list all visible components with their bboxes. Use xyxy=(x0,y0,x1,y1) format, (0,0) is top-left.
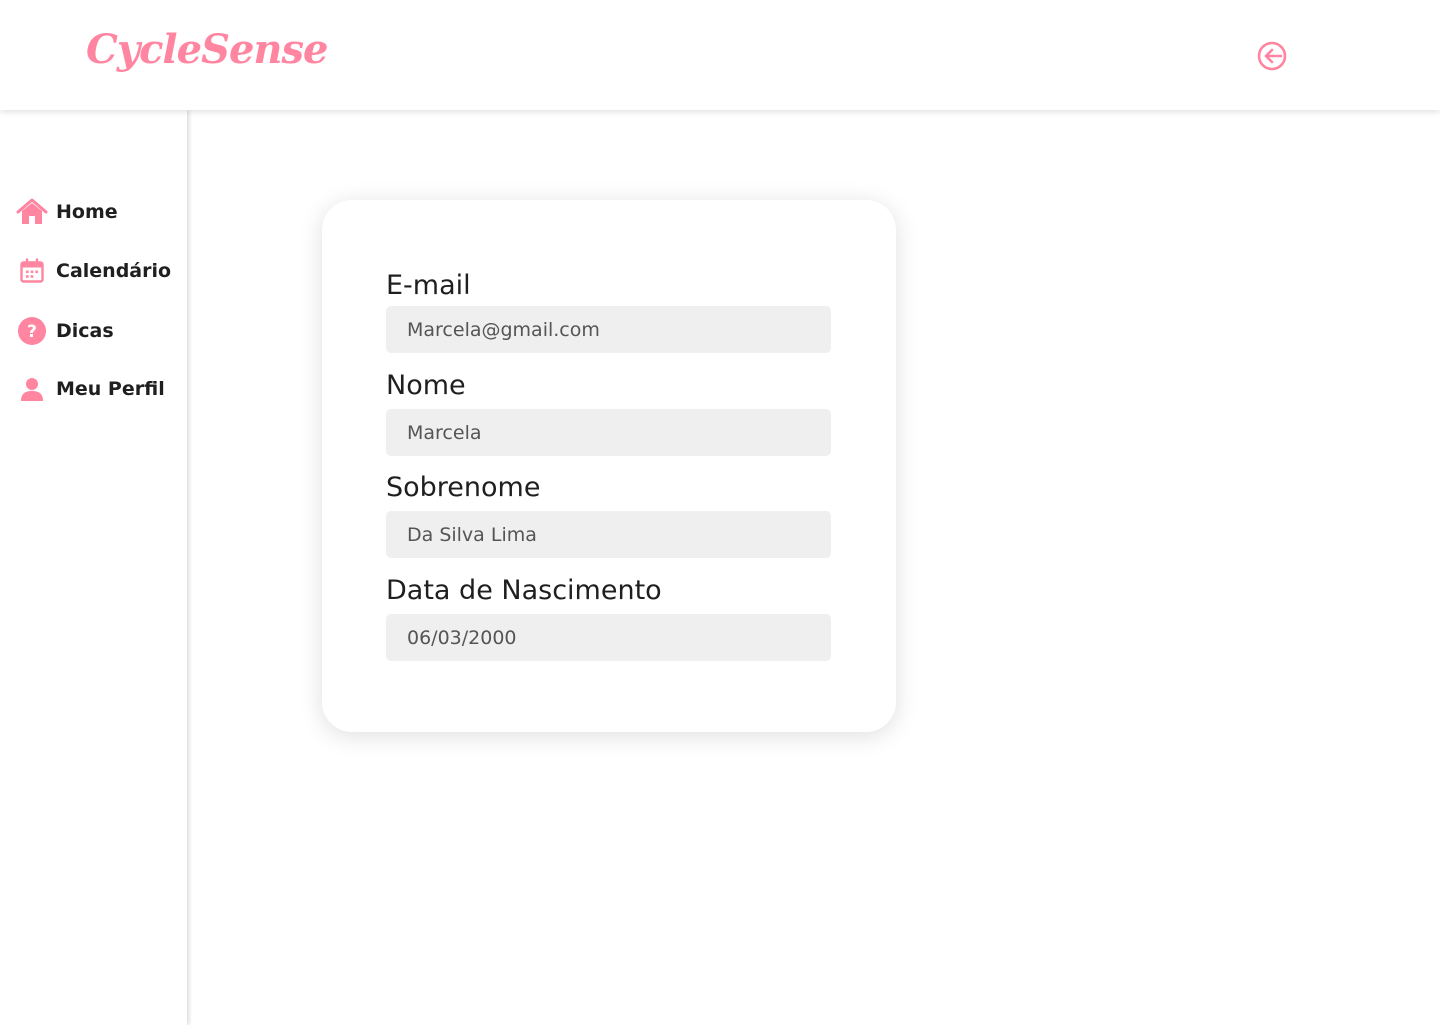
sidebar-item-label: Meu Perfil xyxy=(56,378,165,400)
sidebar: Home Calendário ? Dicas Meu Perfil xyxy=(0,110,187,1025)
sidebar-item-home[interactable]: Home xyxy=(16,196,118,228)
data-nascimento-label: Data de Nascimento xyxy=(386,575,662,606)
profile-card: E-mail Nome Sobrenome Data de Nascimento xyxy=(322,200,896,732)
email-label: E-mail xyxy=(386,270,471,301)
top-header: CycleSense xyxy=(0,0,1440,110)
sidebar-item-dicas[interactable]: ? Dicas xyxy=(16,315,114,347)
user-icon xyxy=(16,373,48,405)
logout-button[interactable] xyxy=(1255,39,1289,73)
sobrenome-label: Sobrenome xyxy=(386,472,541,503)
home-icon xyxy=(16,196,48,228)
sidebar-item-meu-perfil[interactable]: Meu Perfil xyxy=(16,373,165,405)
question-circle-icon: ? xyxy=(16,315,48,347)
nome-field[interactable] xyxy=(386,409,831,456)
sidebar-item-calendario[interactable]: Calendário xyxy=(16,255,171,287)
data-nascimento-field[interactable] xyxy=(386,614,831,661)
sobrenome-field[interactable] xyxy=(386,511,831,558)
sidebar-item-label: Dicas xyxy=(56,320,114,342)
email-field[interactable] xyxy=(386,306,831,353)
app-logo[interactable]: CycleSense xyxy=(86,26,328,73)
sidebar-item-label: Home xyxy=(56,201,118,223)
sidebar-item-label: Calendário xyxy=(56,260,172,282)
logout-arrow-circle-icon xyxy=(1257,41,1287,71)
nome-label: Nome xyxy=(386,370,466,401)
svg-text:?: ? xyxy=(27,322,37,342)
calendar-icon xyxy=(16,255,48,287)
